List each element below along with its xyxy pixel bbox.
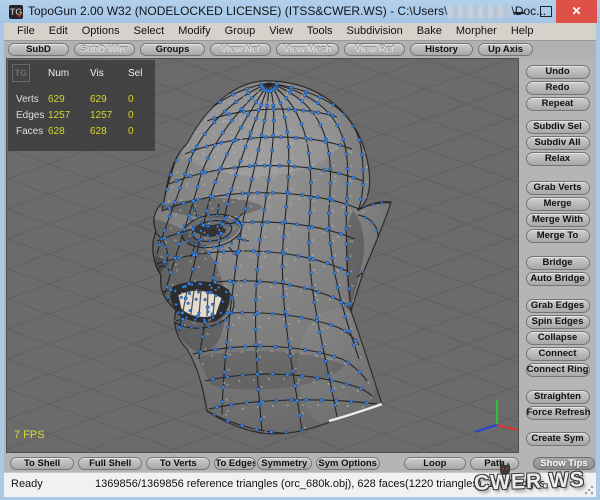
to-verts-button[interactable]: To Verts: [146, 457, 210, 470]
grab-verts-button[interactable]: Grab Verts: [526, 181, 590, 195]
menu-modify[interactable]: Modify: [171, 23, 217, 40]
menu-select[interactable]: Select: [127, 23, 172, 40]
window-title: TopoGun 2.00 W32 (NODELOCKED LICENSE) (I…: [28, 4, 546, 18]
loop-button[interactable]: Loop: [404, 457, 466, 470]
view-mesh-button[interactable]: View Mesh: [276, 43, 339, 56]
up-axis-button[interactable]: Up Axis: [478, 43, 533, 56]
fps-counter: 7 FPS: [14, 429, 45, 441]
menu-tools[interactable]: Tools: [300, 23, 340, 40]
app-icon: TG: [9, 5, 23, 19]
topogun-logo-icon: TG: [12, 64, 30, 82]
close-icon[interactable]: ✕: [556, 0, 597, 23]
blurred-username: [448, 6, 510, 18]
subdiv-all-button[interactable]: Subdiv All: [526, 136, 590, 150]
menu-bake[interactable]: Bake: [410, 23, 449, 40]
axis-gizmo: [475, 400, 518, 432]
grab-edges-button[interactable]: Grab Edges: [526, 299, 590, 313]
stats-hud-panel: TG Num Vis Sel Verts 629 629 0 Edges 125…: [8, 60, 155, 151]
viewport-3d[interactable]: TG Num Vis Sel Verts 629 629 0 Edges 125…: [6, 58, 519, 453]
work-area: TG Num Vis Sel Verts 629 629 0 Edges 125…: [4, 58, 596, 472]
groups-button[interactable]: Groups: [140, 43, 205, 56]
minimize-icon[interactable]: [514, 12, 524, 14]
subdiv-sel-button[interactable]: Subdiv Sel: [526, 120, 590, 134]
relax-button[interactable]: Relax: [526, 152, 590, 166]
create-sym-button[interactable]: Create Sym: [526, 432, 590, 446]
status-ready: Ready: [11, 478, 43, 490]
application-window: TG TopoGun 2.00 W32 (NODELOCKED LICENSE)…: [0, 0, 600, 500]
menu-morpher[interactable]: Morpher: [449, 23, 504, 40]
connect-ring-button[interactable]: Connect Ring: [526, 363, 590, 377]
connect-button[interactable]: Connect: [526, 347, 590, 361]
orc-head-model: [153, 81, 391, 440]
full-shell-button[interactable]: Full Shell: [78, 457, 142, 470]
bridge-button[interactable]: Bridge: [526, 256, 590, 270]
redo-button[interactable]: Redo: [526, 81, 590, 95]
force-refresh-button[interactable]: Force Refresh: [526, 406, 590, 420]
subd-wire-button[interactable]: SubD Wire: [74, 43, 135, 56]
menu-bar: File Edit Options Select Modify Group Vi…: [4, 23, 596, 41]
view-net-button[interactable]: View Net: [210, 43, 271, 56]
maximize-icon[interactable]: [540, 6, 552, 17]
merge-to-button[interactable]: Merge To: [526, 229, 590, 243]
sym-options-button[interactable]: Sym Options: [316, 457, 380, 470]
resize-grip-icon[interactable]: [584, 485, 594, 495]
menu-view[interactable]: View: [262, 23, 300, 40]
symmetry-button[interactable]: Symmetry: [257, 457, 312, 470]
auto-bridge-button[interactable]: Auto Bridge: [526, 272, 590, 286]
menu-help[interactable]: Help: [504, 23, 541, 40]
axis-z-blue: [475, 425, 497, 432]
subd-button[interactable]: SubD: [8, 43, 69, 56]
to-shell-button[interactable]: To Shell: [10, 457, 74, 470]
straighten-button[interactable]: Straighten: [526, 390, 590, 404]
right-tool-panel: Undo Redo Repeat Subdiv Sel Subdiv All R…: [519, 58, 596, 472]
to-edges-button[interactable]: To Edges: [214, 457, 256, 470]
repeat-button[interactable]: Repeat: [526, 97, 590, 111]
axis-x-red: [497, 425, 518, 430]
watermark-devil-icon: [498, 461, 512, 475]
view-ref-button[interactable]: View Ref: [344, 43, 405, 56]
top-toolbar: SubD SubD Wire Groups View Net View Mesh…: [4, 41, 596, 58]
undo-button[interactable]: Undo: [526, 65, 590, 79]
history-button[interactable]: History: [410, 43, 473, 56]
collapse-button[interactable]: Collapse: [526, 331, 590, 345]
menu-subdivision[interactable]: Subdivision: [340, 23, 410, 40]
watermark-text: CWER.WS: [474, 468, 586, 496]
title-bar[interactable]: TG TopoGun 2.00 W32 (NODELOCKED LICENSE)…: [0, 0, 600, 23]
menu-group[interactable]: Group: [218, 23, 263, 40]
bottom-toolbar: To Shell Full Shell To Verts To Edges Sy…: [4, 454, 519, 472]
merge-button[interactable]: Merge: [526, 197, 590, 211]
menu-edit[interactable]: Edit: [42, 23, 75, 40]
merge-with-button[interactable]: Merge With: [526, 213, 590, 227]
menu-file[interactable]: File: [10, 23, 42, 40]
spin-edges-button[interactable]: Spin Edges: [526, 315, 590, 329]
menu-options[interactable]: Options: [75, 23, 127, 40]
